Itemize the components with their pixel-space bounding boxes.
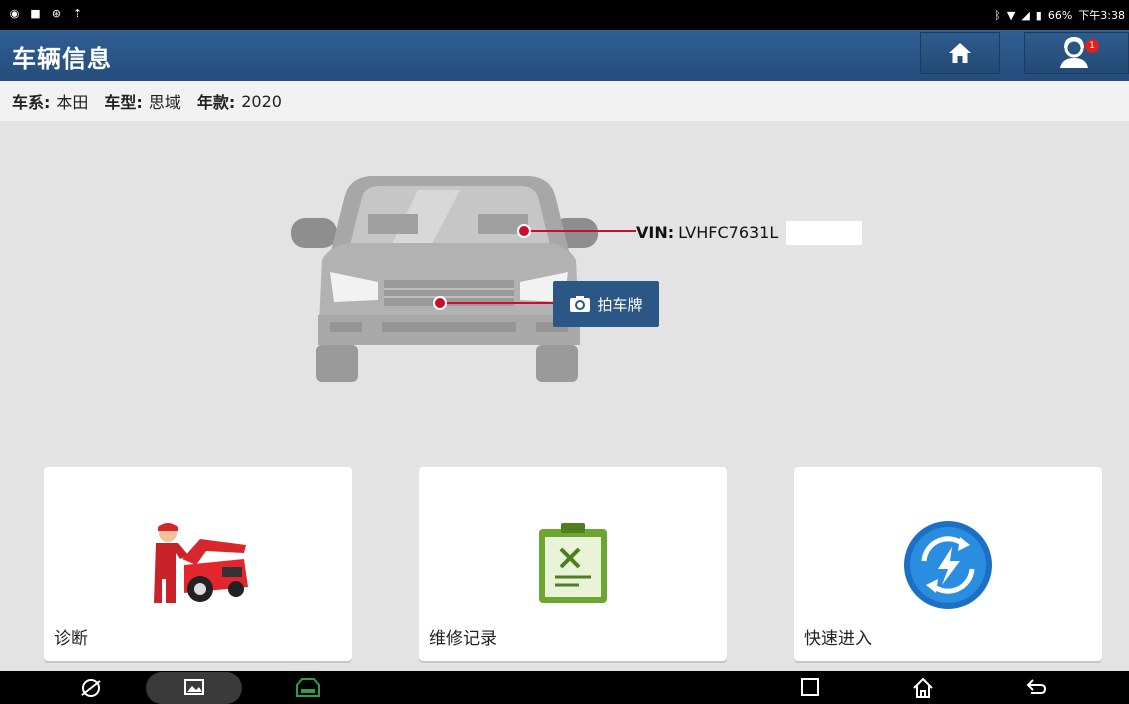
gallery-notification-icon: ■ <box>30 7 41 20</box>
status-bar: ◉ ■ ⊛ ⇡ ᛒ ▼ ◢ ▮ 66% 下午3:38 <box>0 0 1129 30</box>
repair-record-tile[interactable]: 维修记录 <box>419 467 727 661</box>
clock: 下午3:38 <box>1078 9 1125 22</box>
diagnosis-label: 诊断 <box>54 629 88 649</box>
vin-value: LVHFC7631L <box>678 223 779 242</box>
repair-record-clipboard-icon <box>539 523 607 603</box>
wifi-icon: ▼ <box>1006 8 1016 22</box>
diagnosis-tile[interactable]: 诊断 <box>44 467 352 661</box>
signal-icon: ◢ <box>1021 8 1030 22</box>
home-icon <box>949 43 971 63</box>
model-value: 思域 <box>148 93 181 112</box>
brand-label: 车系: <box>12 93 51 112</box>
model-label: 车型: <box>104 93 143 112</box>
status-left-icons: ◉ ■ ⊛ ⇡ <box>8 7 84 20</box>
system-nav-bar <box>0 671 1129 704</box>
browser-icon[interactable] <box>80 677 102 699</box>
back-icon[interactable] <box>1025 677 1047 697</box>
mechanic-car-icon <box>154 523 248 603</box>
capture-plate-button[interactable]: 拍车牌 <box>553 281 659 327</box>
vpn-icon: ◉ <box>9 7 20 20</box>
title-bar: 车辆信息 1 <box>0 30 1129 81</box>
settings-notification-icon: ⊛ <box>51 7 62 20</box>
vin-display: VIN: LVHFC7631L <box>636 223 778 242</box>
quick-access-icon <box>904 521 992 609</box>
camera-icon <box>570 296 591 312</box>
vehicle-info-bar: 车系: 本田 车型: 思域 年款: 2020 <box>0 81 1129 121</box>
bluetooth-icon: ᛒ <box>994 8 1001 22</box>
gallery-icon <box>184 679 204 695</box>
home-button[interactable] <box>920 32 1000 74</box>
repair-record-label: 维修记录 <box>429 629 497 649</box>
battery-icon: ▮ <box>1035 8 1042 22</box>
upload-icon: ⇡ <box>72 7 83 20</box>
year-value: 2020 <box>241 91 282 111</box>
battery-percent: 66% <box>1047 8 1073 22</box>
year-label: 年款: <box>196 93 236 112</box>
brand-value: 本田 <box>56 93 89 112</box>
recent-apps-icon[interactable] <box>800 677 820 697</box>
status-right: ᛒ ▼ ◢ ▮ 66% 下午3:38 <box>994 7 1125 23</box>
vin-label: VIN: <box>636 223 675 242</box>
support-button[interactable]: 1 <box>1024 32 1129 74</box>
vin-redaction <box>786 221 862 245</box>
quick-access-tile[interactable]: 快速进入 <box>794 467 1102 661</box>
home-nav-icon[interactable] <box>912 677 934 699</box>
page-title: 车辆信息 <box>12 45 112 73</box>
support-badge: 1 <box>1085 39 1099 53</box>
vci-icon[interactable] <box>294 677 322 699</box>
quick-access-label: 快速进入 <box>804 629 872 649</box>
capture-plate-label: 拍车牌 <box>597 295 643 314</box>
